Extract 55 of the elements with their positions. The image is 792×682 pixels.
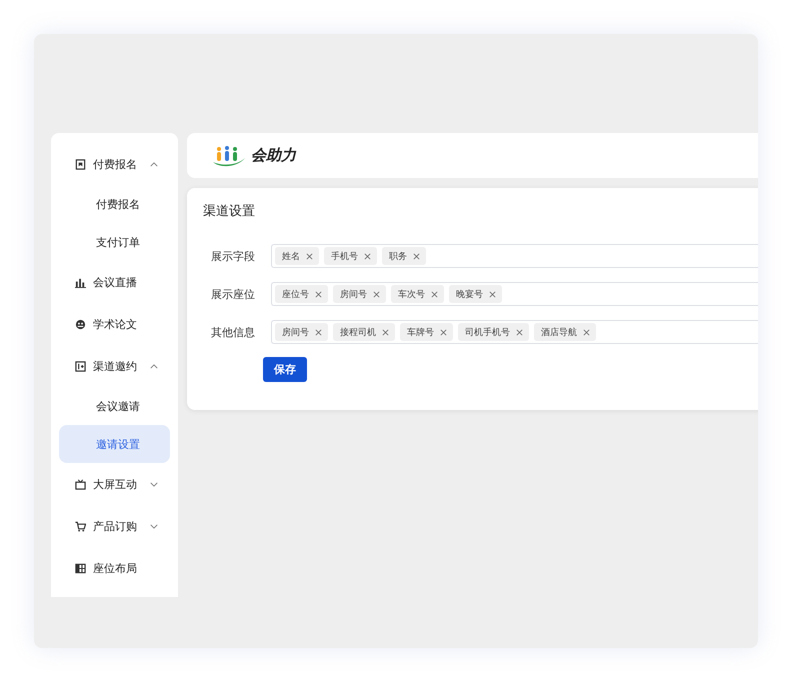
field-label: 其他信息 <box>210 324 256 340</box>
menu-item[interactable]: 付费报名 <box>51 143 178 185</box>
close-icon[interactable] <box>413 252 420 260</box>
tag: 房间号 <box>275 323 328 341</box>
menu-item[interactable]: 会议直播 <box>51 261 178 303</box>
menu-item[interactable]: 大屏互动 <box>51 463 178 505</box>
card-title: 渠道设置 <box>203 203 256 220</box>
tag: 房间号 <box>333 285 386 303</box>
logo-text: 会助力 <box>251 146 296 165</box>
tv-icon <box>75 478 86 490</box>
field-label: 展示字段 <box>210 248 256 264</box>
submenu-item[interactable]: 付费报名 <box>59 185 170 223</box>
cart-icon <box>75 520 86 532</box>
tag-select-field[interactable]: 房间号 接程司机 车牌号 司机手机号 酒店导航 <box>271 320 758 344</box>
tag-select-field[interactable]: 姓名 手机号 职务 <box>271 244 758 268</box>
close-icon[interactable] <box>364 252 371 260</box>
menu-item[interactable]: 产品订购 <box>51 505 178 547</box>
tag: 座位号 <box>275 285 328 303</box>
close-icon[interactable] <box>516 328 523 336</box>
tag: 接程司机 <box>333 323 395 341</box>
close-icon[interactable] <box>431 290 438 298</box>
tag: 司机手机号 <box>458 323 529 341</box>
caret-icon <box>150 482 158 486</box>
close-icon[interactable] <box>373 290 380 298</box>
caret-icon <box>150 524 158 528</box>
field-label: 展示座位 <box>210 286 256 302</box>
tag: 车牌号 <box>400 323 453 341</box>
square-icon <box>75 360 86 372</box>
caret-icon <box>150 162 158 166</box>
tag: 姓名 <box>275 247 319 265</box>
submenu-item[interactable]: 邀请设置 <box>59 425 170 463</box>
submenu-item[interactable]: 支付订单 <box>59 223 170 261</box>
submenu-item[interactable]: 会议邀请 <box>59 387 170 425</box>
robot-icon <box>75 318 86 330</box>
caret-icon <box>150 364 158 368</box>
bars-icon <box>75 276 86 288</box>
menu-item[interactable]: 学术论文 <box>51 303 178 345</box>
grid-icon <box>75 562 86 574</box>
menu-item[interactable]: 座位布局 <box>51 547 178 589</box>
close-icon[interactable] <box>315 290 322 298</box>
close-icon[interactable] <box>315 328 322 336</box>
close-icon[interactable] <box>306 252 313 260</box>
tag-select-field[interactable]: 座位号 房间号 车次号 晚宴号 <box>271 282 758 306</box>
menu-item[interactable]: 渠道邀约 <box>51 345 178 387</box>
tag: 晚宴号 <box>449 285 502 303</box>
tag: 酒店导航 <box>534 323 596 341</box>
close-icon[interactable] <box>382 328 389 336</box>
close-icon[interactable] <box>440 328 447 336</box>
tag: 职务 <box>382 247 426 265</box>
save-button[interactable]: 保存 <box>263 357 307 382</box>
bookmark-icon <box>75 158 86 170</box>
close-icon[interactable] <box>583 328 590 336</box>
tag: 车次号 <box>391 285 444 303</box>
close-icon[interactable] <box>489 290 496 298</box>
tag: 手机号 <box>324 247 377 265</box>
